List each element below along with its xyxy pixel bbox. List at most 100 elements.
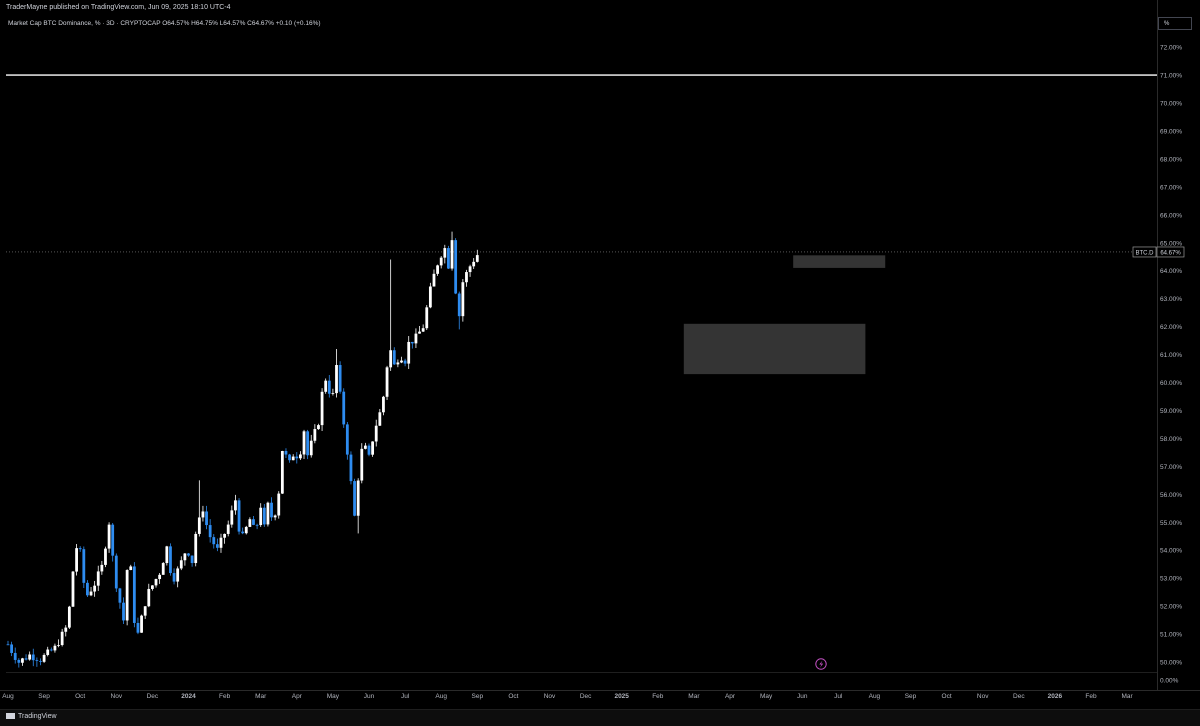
candle: [270, 497, 273, 521]
candle-body: [407, 341, 411, 364]
candle-body: [349, 454, 353, 482]
candle-body: [363, 445, 367, 449]
candle-body: [10, 644, 14, 653]
candle: [190, 555, 194, 567]
time-tick-label: Aug: [435, 693, 447, 700]
candle: [151, 585, 154, 591]
candle: [248, 517, 252, 528]
candle: [169, 543, 172, 576]
time-tick-label: Aug: [869, 693, 881, 700]
candle: [436, 264, 439, 276]
candle-body: [418, 331, 421, 334]
candle-body: [262, 507, 266, 525]
candle-body: [107, 524, 111, 549]
candle-body: [284, 451, 288, 455]
price-chart[interactable]: 0.00% 50.00% 51.00% 52.00% 53.00% 54.00% 55.00…: [0, 0, 1200, 709]
candle: [443, 244, 447, 264]
candle: [342, 388, 346, 428]
candle-body: [454, 240, 458, 294]
candle: [410, 341, 414, 349]
candle: [396, 359, 400, 368]
time-tick-label: Apr: [292, 693, 303, 700]
candle: [132, 562, 136, 628]
candle: [439, 256, 443, 269]
symbol-legend[interactable]: Market Cap BTC Dominance, % · 3D · CRYPT…: [8, 20, 321, 27]
candle: [165, 545, 169, 566]
price-tick-label: 58.00%: [1160, 436, 1182, 443]
time-tick-label: Feb: [219, 693, 231, 700]
candle-body: [450, 240, 454, 269]
candle: [241, 527, 245, 535]
candle-body: [111, 524, 115, 556]
candle: [234, 494, 237, 515]
candle-body: [353, 481, 356, 516]
price-tick-label: 71.00%: [1160, 73, 1182, 80]
time-tick-label: Feb: [1085, 693, 1097, 700]
candle: [277, 491, 281, 519]
candle-body: [237, 500, 241, 532]
support-zone: [683, 323, 866, 375]
candle: [125, 569, 129, 626]
candle: [93, 580, 97, 597]
candle-body: [28, 654, 32, 660]
price-tick-label: 65.00%: [1160, 240, 1182, 247]
candle: [89, 586, 93, 597]
candle-body: [190, 555, 194, 564]
candle: [454, 238, 458, 295]
price-tick-label: 54.00%: [1160, 548, 1182, 555]
candle: [13, 647, 17, 664]
candle-body: [410, 341, 414, 344]
tradingview-logo[interactable]: TradingView: [6, 713, 57, 720]
candle: [299, 451, 302, 461]
time-tick-label: 2026: [1048, 693, 1063, 700]
price-tick-label: 52.00%: [1160, 604, 1182, 611]
candle-body: [118, 588, 122, 603]
price-axis[interactable]: 0.00% 50.00% 51.00% 52.00% 53.00% 54.00% 55.00…: [1160, 45, 1182, 685]
candle-body: [6, 644, 10, 646]
candle: [158, 573, 162, 584]
candle: [414, 328, 418, 348]
candle-body: [89, 591, 93, 596]
candle-body: [360, 448, 364, 481]
candle: [82, 546, 86, 588]
candle-body: [132, 566, 136, 623]
candle-body: [244, 526, 248, 534]
candle: [432, 269, 436, 287]
candle: [320, 388, 324, 432]
candle-body: [100, 564, 104, 572]
time-tick-label: Dec: [580, 693, 592, 700]
candle: [10, 641, 14, 657]
candle: [183, 553, 187, 566]
candle: [356, 478, 360, 534]
candle: [306, 429, 310, 460]
candle: [208, 519, 212, 543]
candle-body: [140, 615, 143, 633]
candle: [313, 424, 317, 444]
candle-body: [396, 362, 400, 365]
candle-body: [223, 533, 226, 538]
candle: [262, 504, 266, 527]
candle: [64, 625, 68, 637]
candle-body: [277, 493, 281, 516]
candle: [67, 605, 71, 629]
price-tick-label: 67.00%: [1160, 184, 1182, 191]
support-zone: [793, 255, 886, 268]
candle: [353, 478, 356, 517]
lightning-event-icon[interactable]: [815, 658, 827, 670]
time-axis[interactable]: Aug Sep Oct Nov Dec 2024 Feb Mar Apr May Jun Jul Aug…: [2, 693, 1133, 700]
candle: [418, 325, 421, 334]
candle-body: [447, 248, 450, 269]
lightning-icon-bolt: [819, 660, 824, 668]
candle-body: [465, 272, 468, 283]
candle: [96, 565, 100, 591]
candle: [324, 378, 328, 394]
time-tick-label: Mar: [688, 693, 700, 700]
icon-layer: [815, 658, 827, 670]
candle: [17, 658, 21, 668]
time-tick-label: Aug: [2, 693, 14, 700]
candle-body: [165, 546, 169, 564]
candle: [252, 516, 255, 526]
price-tick-label: 57.00%: [1160, 464, 1182, 471]
price-tick-label: 64.00%: [1160, 268, 1182, 275]
percent-scale-button[interactable]: %: [1158, 17, 1192, 30]
